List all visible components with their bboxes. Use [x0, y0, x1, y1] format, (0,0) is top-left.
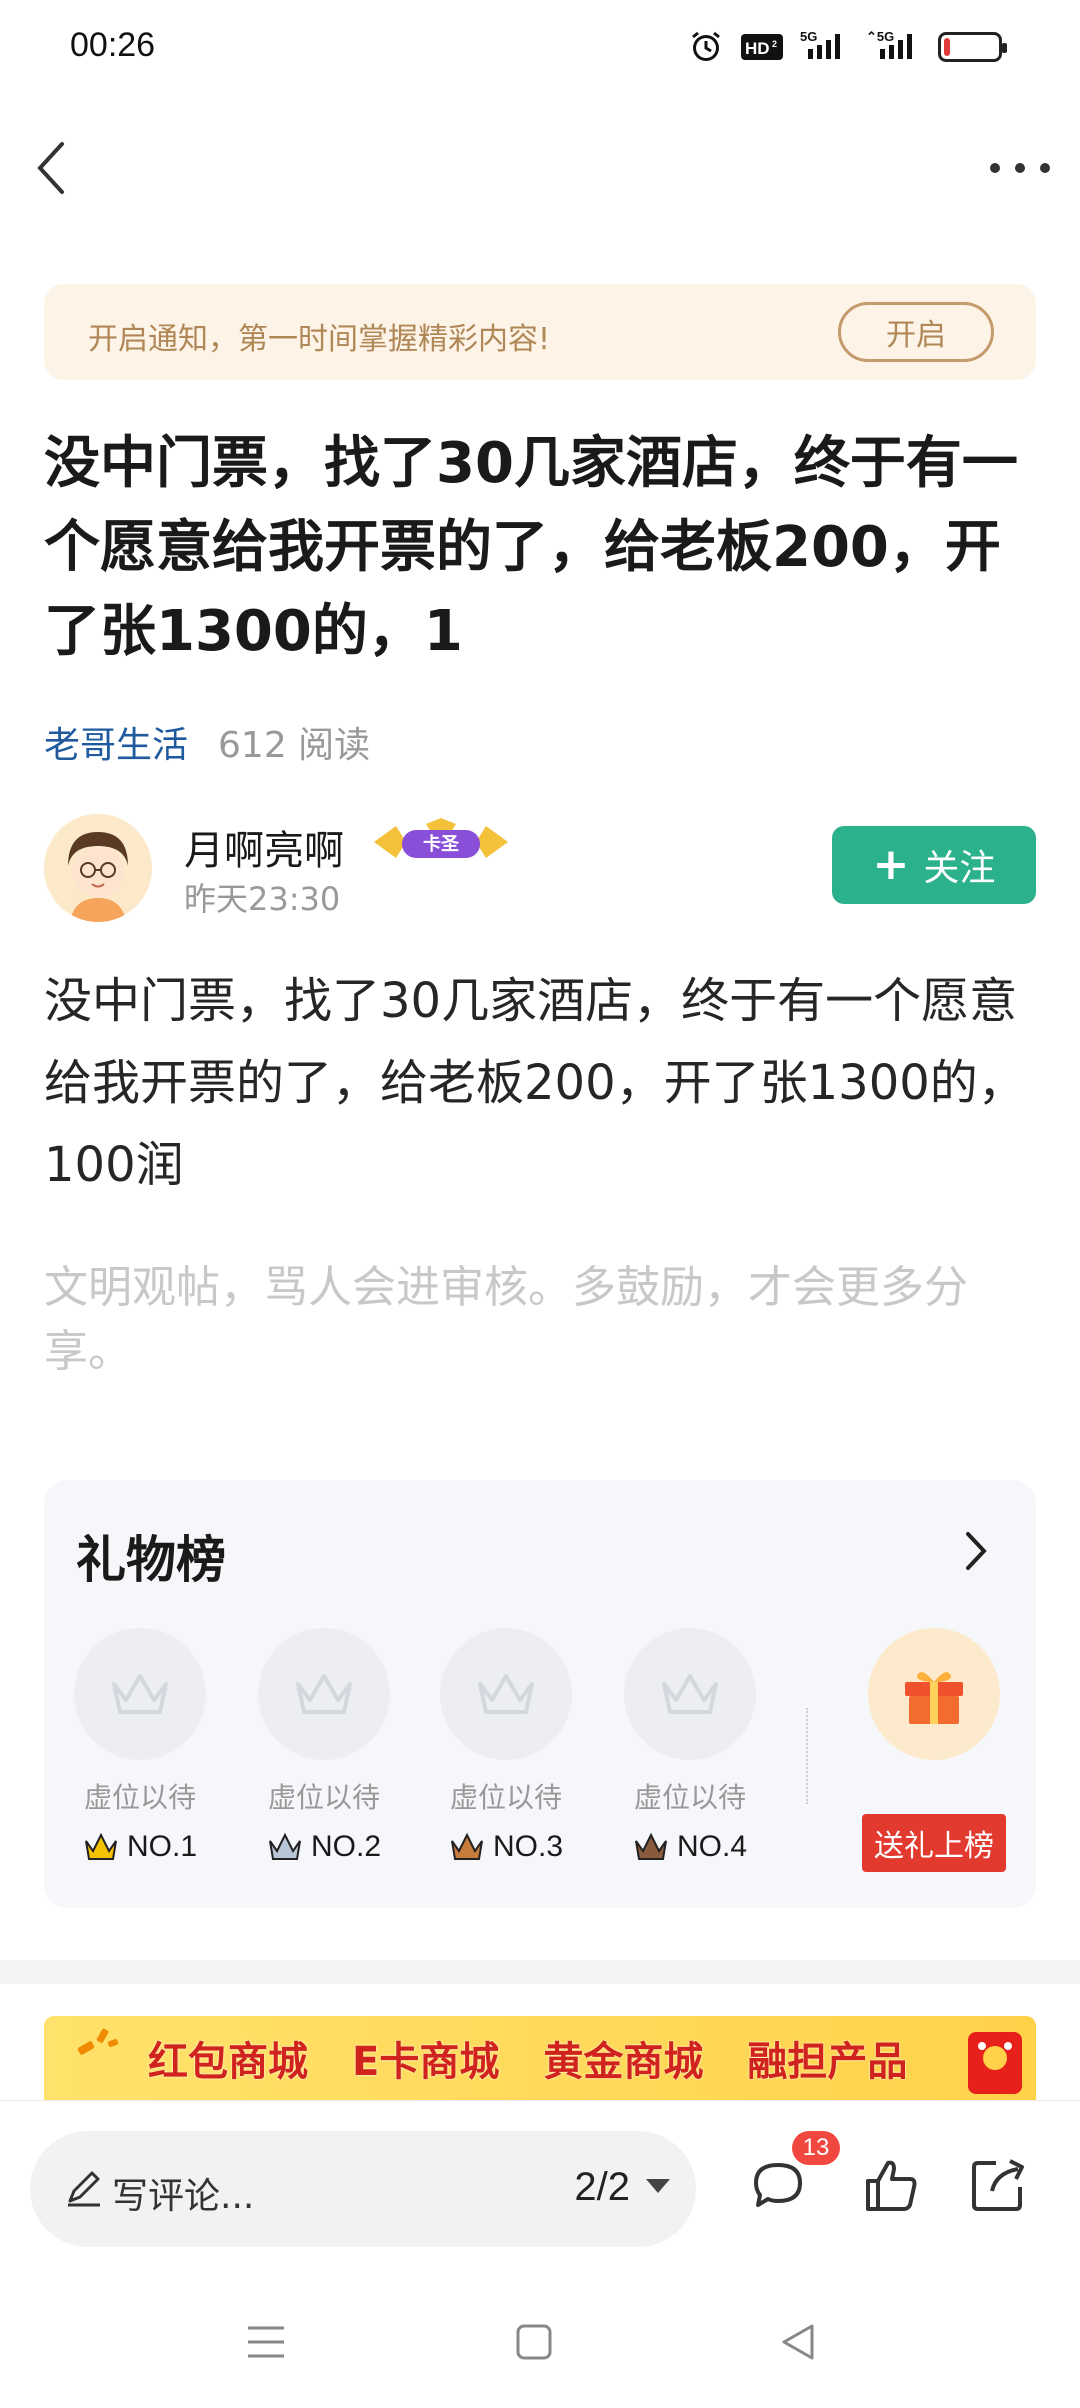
read-count: 612 阅读	[218, 725, 371, 766]
gift-box-icon[interactable]	[868, 1628, 1000, 1760]
gift-slot-3[interactable]: 虚位以待 NO.3	[438, 1628, 574, 1864]
crown-icon	[74, 1628, 206, 1760]
comment-input[interactable]: 写评论... 2/2	[30, 2131, 696, 2247]
notification-text: 开启通知，第一时间掌握精彩内容!	[88, 322, 551, 357]
home-icon[interactable]	[512, 2320, 556, 2364]
hd-icon: HD 2	[740, 28, 784, 66]
battery-icon	[938, 32, 1007, 62]
slot-label: 虚位以待	[83, 1781, 196, 1814]
rank-label: NO.4	[676, 1830, 748, 1863]
share-icon[interactable]	[966, 2153, 1030, 2217]
gift-board-title: 礼物榜	[76, 1531, 226, 1589]
slot-label: 虚位以待	[267, 1781, 380, 1814]
like-icon[interactable]	[860, 2153, 924, 2217]
post-time: 昨天23:30	[184, 880, 341, 918]
comment-count-badge: 13	[792, 2131, 840, 2165]
author-row: 月啊亮啊 卡圣 昨天23:30 + 关注	[44, 814, 1036, 926]
crown-icon	[440, 1628, 572, 1760]
5g-signal-icon-2: ⌃5G	[866, 28, 922, 66]
sparkle-icon	[77, 2028, 119, 2055]
comment-placeholder: 写评论...	[112, 2176, 255, 2217]
rank-crown-icon	[268, 1832, 301, 1860]
status-bar: 00:26 HD 2 5G ⌃5G	[0, 0, 1080, 96]
promo-banner[interactable]: 红包商城 E卡商城 黄金商城 融担产品	[44, 2016, 1036, 2100]
rank-crown-icon	[634, 1832, 667, 1860]
author-name[interactable]: 月啊亮啊	[184, 818, 344, 876]
rank-row: NO.2	[256, 1830, 392, 1864]
civility-tip: 文明观帖，骂人会进审核。多鼓励，才会更多分享。	[44, 1262, 968, 1377]
author-level-badge: 卡圣	[366, 816, 516, 868]
svg-text:HD: HD	[745, 39, 770, 58]
red-envelope-icon	[968, 2032, 1022, 2094]
rank-label: NO.2	[310, 1830, 382, 1863]
article-title: 没中门票，找了30几家酒店，终于有一个愿意给我开票的了，给老板200，开了张13…	[44, 431, 1018, 664]
chevron-right-icon[interactable]	[956, 1526, 996, 1576]
promo-item[interactable]: 红包商城	[148, 2029, 308, 2087]
gift-slot-2[interactable]: 虚位以待 NO.2	[256, 1628, 392, 1864]
rank-label: NO.1	[126, 1830, 198, 1863]
system-nav-bar	[0, 2280, 1080, 2408]
caret-down-icon[interactable]	[646, 2179, 670, 2193]
enable-notification-button[interactable]: 开启	[838, 302, 994, 362]
promo-item[interactable]: 融担产品	[747, 2029, 907, 2087]
back-nav-icon[interactable]	[776, 2320, 820, 2364]
svg-text:5G: 5G	[800, 29, 817, 44]
gift-board: 礼物榜 虚位以待 NO.1 虚位以待 NO.2 虚位以待 NO.3 虚位以待 N…	[44, 1480, 1036, 1908]
avatar[interactable]	[44, 814, 152, 922]
rank-crown-icon	[84, 1832, 117, 1860]
follow-label: 关注	[923, 848, 996, 889]
svg-text:⌃5G: ⌃5G	[866, 29, 894, 44]
back-icon[interactable]	[28, 138, 84, 198]
send-gift-button[interactable]: 送礼上榜	[862, 1814, 1006, 1872]
gift-slot-4[interactable]: 虚位以待 NO.4	[622, 1628, 758, 1864]
promo-item[interactable]: 黄金商城	[543, 2029, 703, 2087]
page-indicator[interactable]: 2/2	[574, 2165, 630, 2210]
pen-icon	[68, 2171, 100, 2207]
follow-button[interactable]: + 关注	[832, 826, 1036, 904]
rank-row: NO.4	[622, 1830, 758, 1864]
article-meta: 老哥生活 612 阅读	[44, 716, 370, 768]
rank-row: NO.3	[438, 1830, 574, 1864]
crown-icon	[258, 1628, 390, 1760]
menu-icon[interactable]	[244, 2320, 288, 2364]
badge-label: 卡圣	[423, 833, 460, 855]
article-body: 没中门票，找了30几家酒店，终于有一个愿意给我开票的了，给老板200，开了张13…	[44, 973, 1026, 1193]
status-icons: HD 2 5G ⌃5G	[688, 28, 1007, 66]
slot-label: 虚位以待	[449, 1781, 562, 1814]
status-time: 00:26	[70, 26, 156, 64]
rank-label: NO.3	[492, 1830, 564, 1863]
notification-banner: 开启通知，第一时间掌握精彩内容! 开启	[44, 284, 1036, 380]
channel-link[interactable]: 老哥生活	[44, 716, 188, 768]
promo-item[interactable]: E卡商城	[352, 2029, 499, 2087]
gift-slot-1[interactable]: 虚位以待 NO.1	[72, 1628, 208, 1864]
divider	[806, 1708, 808, 1804]
crown-icon	[624, 1628, 756, 1760]
plus-icon: +	[872, 839, 910, 890]
rank-crown-icon	[450, 1832, 483, 1860]
alarm-icon	[688, 28, 724, 66]
5g-signal-icon: 5G	[800, 28, 850, 66]
bottom-action-bar: 写评论... 2/2 13	[0, 2100, 1080, 2280]
section-separator	[0, 1960, 1080, 1984]
slot-label: 虚位以待	[633, 1781, 746, 1814]
rank-row: NO.1	[72, 1830, 208, 1864]
top-nav	[0, 120, 1080, 216]
more-options-icon[interactable]	[990, 150, 1050, 186]
svg-text:2: 2	[772, 39, 777, 49]
